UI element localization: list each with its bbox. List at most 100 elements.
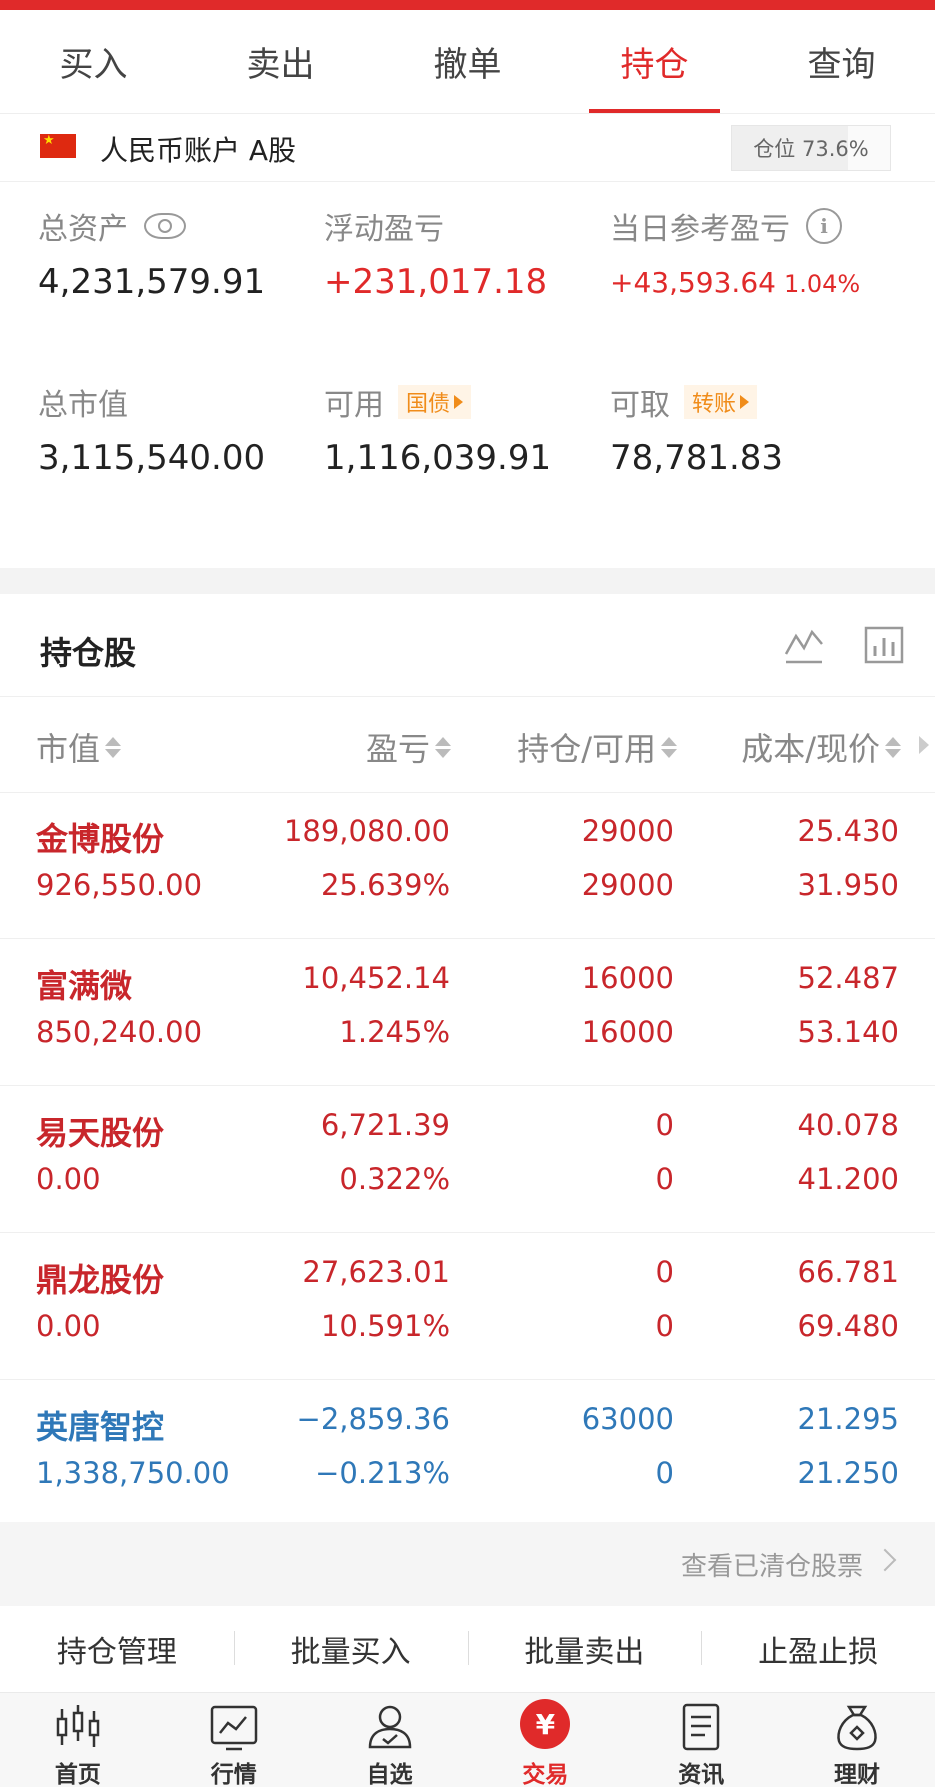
stock-available: 16000 xyxy=(581,1015,674,1049)
table-row[interactable]: 易天股份 0.00 6,721.39 0.322% 0 0 40.078 41.… xyxy=(0,1086,935,1233)
transfer-tag-label: 转账 xyxy=(692,392,737,417)
nav-label: 资讯 xyxy=(678,1762,725,1788)
table-row[interactable]: 英唐智控 1,338,750.00 −2,859.36 −0.213% 6300… xyxy=(0,1380,935,1526)
triangle-right-icon xyxy=(454,395,464,409)
nav-label: 理财 xyxy=(834,1762,881,1788)
nav-item-trade[interactable]: ¥ 交易 xyxy=(467,1693,623,1788)
available-label: 可用 xyxy=(324,388,384,423)
line-chart-icon[interactable] xyxy=(782,622,826,666)
stock-name: 金博股份 xyxy=(36,820,165,858)
nav-label: 首页 xyxy=(54,1762,101,1788)
trade-tabs: 买入 卖出 撤单 持仓 查询 xyxy=(0,10,935,114)
nav-label: 行情 xyxy=(210,1762,257,1788)
market-value-value: 3,115,540.00 xyxy=(38,438,266,478)
position-ratio-label: 仓位 73.6% xyxy=(753,137,869,161)
floating-pl-label: 浮动盈亏 xyxy=(324,212,444,247)
column-cost-price[interactable]: 成本/现价 xyxy=(741,724,901,770)
stock-price: 41.200 xyxy=(797,1162,899,1196)
stock-position: 29000 xyxy=(581,814,674,848)
nav-item-home[interactable]: 首页 xyxy=(0,1693,156,1788)
manage-holdings-button[interactable]: 持仓管理 xyxy=(0,1627,234,1671)
china-flag-icon: ★ xyxy=(40,134,76,158)
stock-available: 0 xyxy=(655,1309,674,1343)
stock-available: 0 xyxy=(655,1162,674,1196)
stock-market-value: 0.00 xyxy=(36,1309,101,1343)
column-position[interactable]: 持仓/可用 xyxy=(517,724,677,770)
market-chart-icon xyxy=(210,1705,257,1751)
info-icon[interactable]: i xyxy=(806,208,842,244)
table-row[interactable]: 鼎龙股份 0.00 27,623.01 10.591% 0 0 66.781 6… xyxy=(0,1233,935,1380)
stock-position: 0 xyxy=(655,1108,674,1142)
market-value: 总市值 3,115,540.00 xyxy=(38,380,265,478)
bar-chart-icon[interactable] xyxy=(862,622,906,666)
stock-cost: 66.781 xyxy=(797,1255,899,1289)
tab-query[interactable]: 查询 xyxy=(748,10,935,113)
stock-pl-percent: −0.213% xyxy=(315,1456,450,1490)
floating-pl-value: +231,017.18 xyxy=(324,262,548,302)
nav-item-watchlist[interactable]: 自选 xyxy=(312,1693,468,1788)
batch-buy-button[interactable]: 批量买入 xyxy=(233,1627,468,1671)
scroll-right-icon[interactable] xyxy=(919,736,929,754)
stock-pl: −2,859.36 xyxy=(296,1402,450,1436)
stock-price: 69.480 xyxy=(797,1309,899,1343)
stock-market-value: 926,550.00 xyxy=(36,868,203,902)
stock-position: 16000 xyxy=(581,961,674,995)
stock-name: 富满微 xyxy=(36,967,133,1005)
stock-cost: 25.430 xyxy=(797,814,899,848)
stock-pl-percent: 10.591% xyxy=(320,1309,450,1343)
stock-name: 易天股份 xyxy=(36,1114,165,1152)
market-value-label: 总市值 xyxy=(38,388,128,423)
floating-pl: 浮动盈亏 +231,017.18 xyxy=(324,204,547,302)
nav-item-news[interactable]: 资讯 xyxy=(623,1693,779,1788)
person-check-icon xyxy=(368,1705,411,1749)
holdings-header: 持仓股 xyxy=(0,594,935,697)
top-accent-bar xyxy=(0,0,935,10)
sort-icon xyxy=(885,736,901,758)
daily-pl-value: +43,593.64 xyxy=(610,266,776,299)
tab-cancel[interactable]: 撤单 xyxy=(374,10,561,113)
table-row[interactable]: 金博股份 926,550.00 189,080.00 25.639% 29000… xyxy=(0,792,935,939)
stock-pl-percent: 0.322% xyxy=(339,1162,450,1196)
sort-icon xyxy=(435,736,451,758)
stock-price: 31.950 xyxy=(797,868,899,902)
bottom-nav: 首页 行情 自选 ¥ 交易 资讯 理财 xyxy=(0,1692,935,1788)
column-pl-label: 盈亏 xyxy=(365,730,430,768)
transfer-tag[interactable]: 转账 xyxy=(684,385,758,419)
stock-pl: 10,452.14 xyxy=(302,961,450,995)
section-divider xyxy=(0,568,935,594)
stock-price: 21.250 xyxy=(797,1456,899,1490)
sort-icon xyxy=(105,736,122,758)
daily-pl: 当日参考盈亏 i +43,593.64 1.04% xyxy=(610,204,860,299)
stop-profit-loss-button[interactable]: 止盈止损 xyxy=(701,1627,935,1671)
tab-buy[interactable]: 买入 xyxy=(0,10,187,113)
nav-item-wealth[interactable]: 理财 xyxy=(779,1693,935,1788)
total-assets: 总资产 4,231,579.91 xyxy=(38,204,265,302)
tab-sell[interactable]: 卖出 xyxy=(187,10,374,113)
daily-pl-label: 当日参考盈亏 xyxy=(610,212,790,247)
account-row[interactable]: ★ 人民币账户 A股 仓位 73.6% xyxy=(0,113,935,182)
stock-pl-percent: 1.245% xyxy=(339,1015,450,1049)
yen-icon: ¥ xyxy=(520,1699,571,1749)
table-row[interactable]: 富满微 850,240.00 10,452.14 1.245% 16000 16… xyxy=(0,939,935,1086)
sort-icon xyxy=(661,736,677,758)
available-value: 1,116,039.91 xyxy=(324,438,552,478)
stock-position: 63000 xyxy=(581,1402,674,1436)
batch-sell-button[interactable]: 批量卖出 xyxy=(467,1627,702,1671)
column-pl[interactable]: 盈亏 xyxy=(366,724,451,770)
stock-name: 英唐智控 xyxy=(36,1408,165,1446)
triangle-right-icon xyxy=(740,395,750,409)
nav-item-market[interactable]: 行情 xyxy=(156,1693,312,1788)
treasury-bond-tag[interactable]: 国债 xyxy=(398,385,472,419)
cleared-stocks-label: 查看已清仓股票 xyxy=(680,1552,863,1582)
tab-positions[interactable]: 持仓 xyxy=(561,10,748,113)
stock-available: 29000 xyxy=(581,868,674,902)
total-assets-label: 总资产 xyxy=(38,212,128,247)
position-ratio-badge: 仓位 73.6% xyxy=(731,125,891,171)
column-market-value[interactable]: 市值 xyxy=(36,724,122,770)
stock-available: 0 xyxy=(655,1456,674,1490)
holdings-title: 持仓股 xyxy=(40,634,137,672)
daily-pl-percent: 1.04% xyxy=(783,270,861,298)
holdings-column-header: 市值 盈亏 持仓/可用 成本/现价 xyxy=(0,696,935,793)
cleared-stocks-link[interactable]: 查看已清仓股票 xyxy=(0,1522,935,1606)
eye-icon[interactable] xyxy=(144,213,186,239)
